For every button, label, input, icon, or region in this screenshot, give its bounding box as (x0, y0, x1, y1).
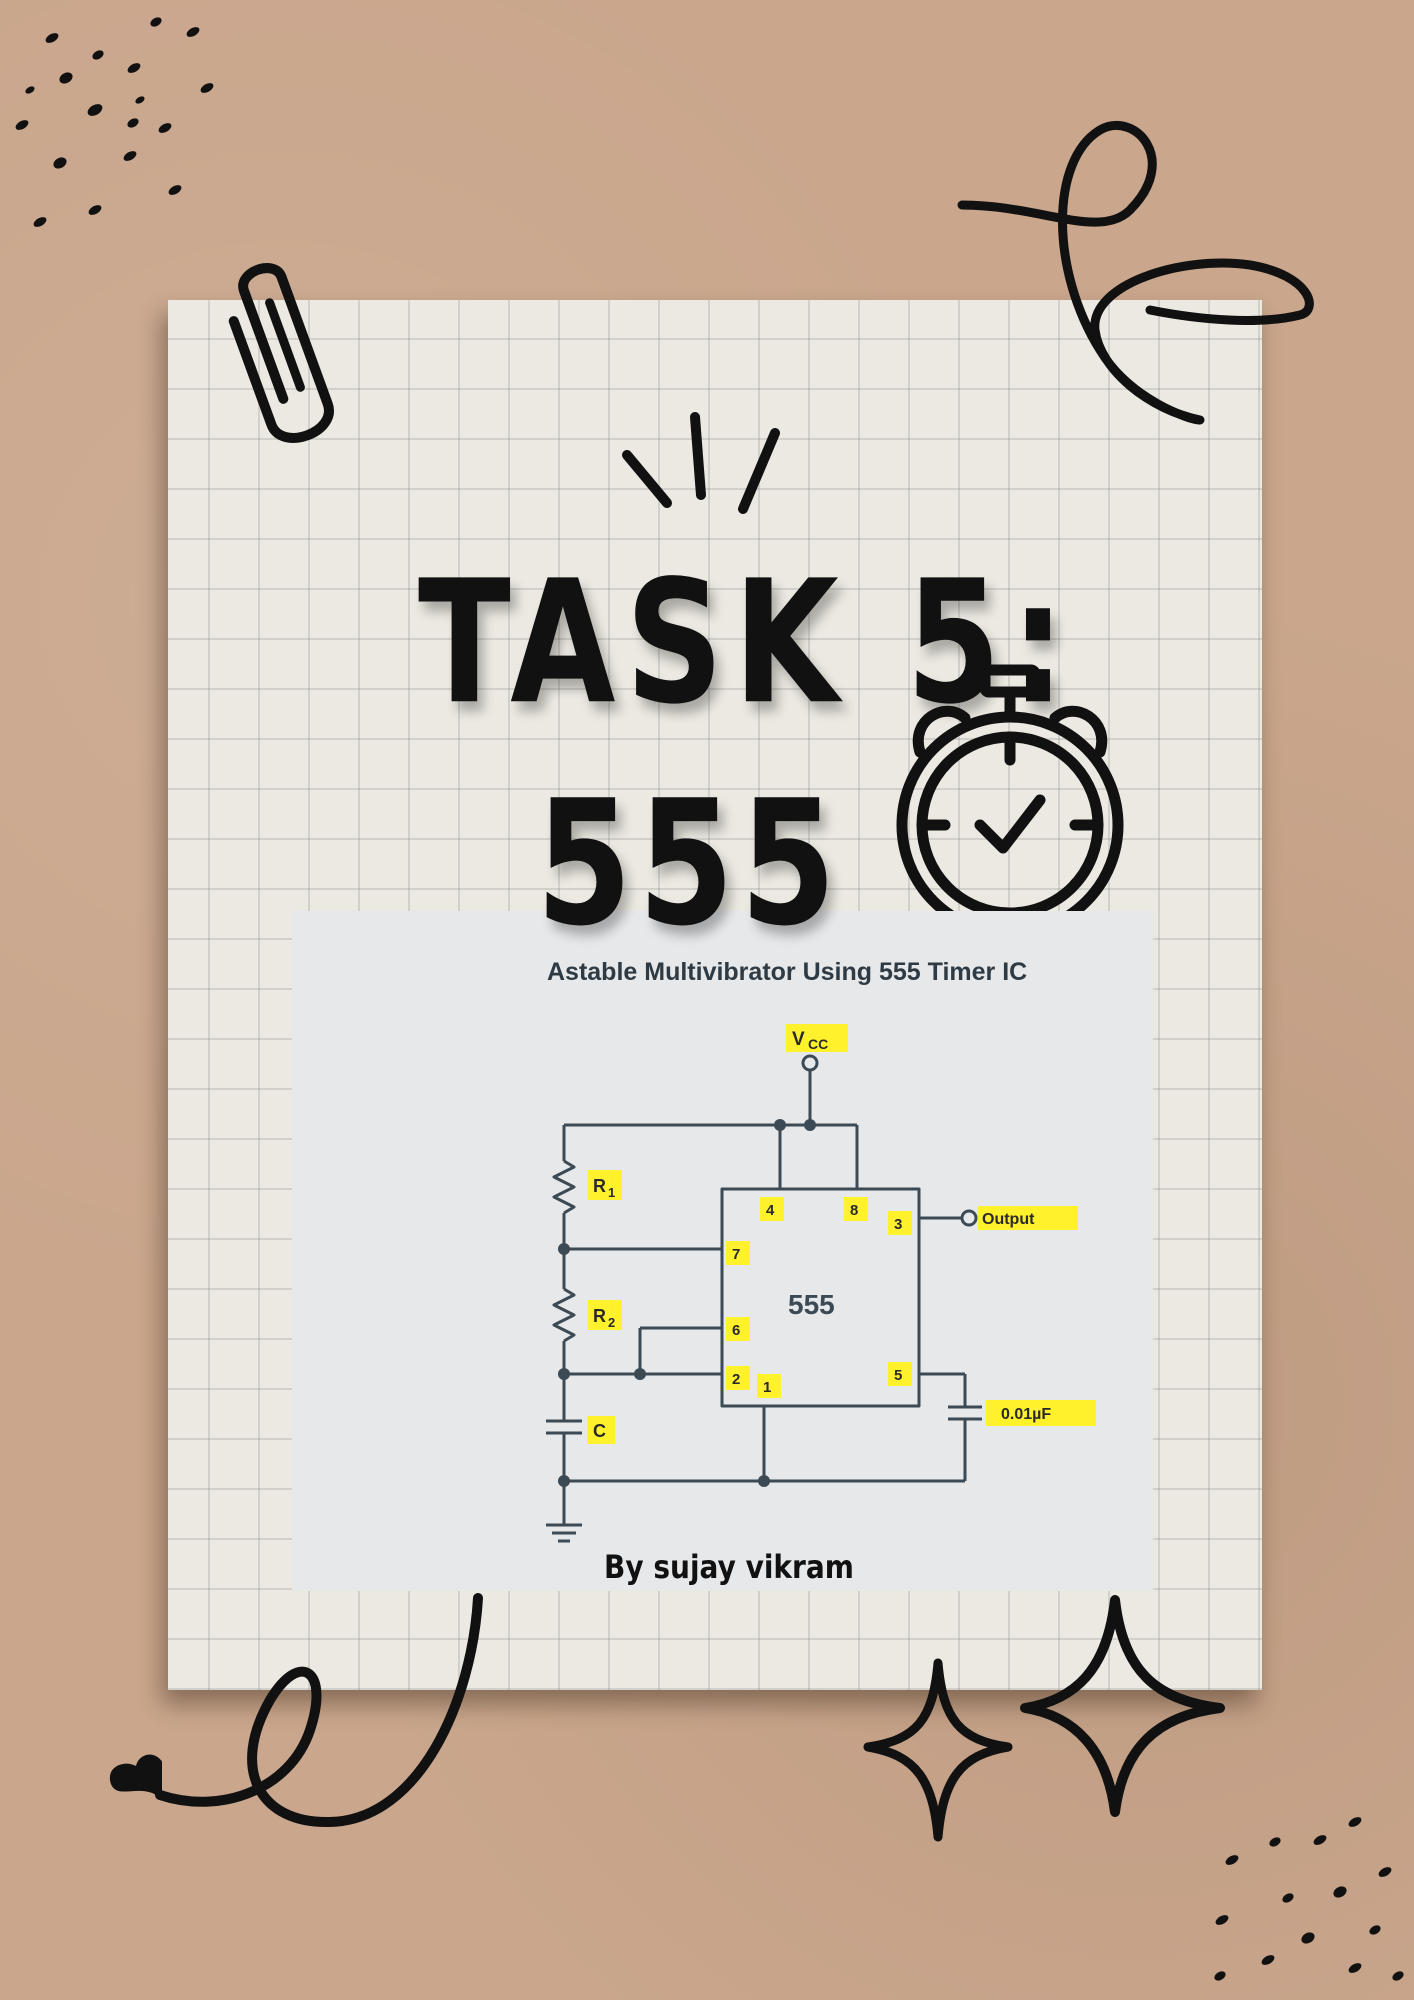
sparkle-icon-small (863, 1658, 1013, 1842)
loop-doodle-icon-bottom (109, 1593, 483, 1828)
capacitor-c-label: C (593, 1421, 606, 1441)
paperclip-icon (228, 263, 334, 443)
r2-subscript: 2 (608, 1315, 615, 1330)
author-credit: By sujay vikram (604, 1548, 854, 1586)
pin-2-label: 2 (732, 1371, 740, 1388)
sparkle-icon-large (1020, 1595, 1225, 1817)
r2-letter: R (593, 1306, 606, 1326)
ic-label: 555 (788, 1289, 835, 1320)
pin-4-label: 4 (766, 1202, 775, 1219)
vcc-label: V (792, 1029, 805, 1050)
output-label: Output (982, 1211, 1035, 1228)
r1-subscript: 1 (608, 1185, 615, 1200)
pin-3-label: 3 (894, 1216, 902, 1233)
pin-6-label: 6 (732, 1322, 740, 1339)
vcc-subscript: CC (808, 1036, 828, 1052)
r1-letter: R (593, 1176, 606, 1196)
capacitor-value-label: 0.01µF (1001, 1406, 1051, 1423)
pin-5-label: 5 (894, 1367, 902, 1384)
pin-8-label: 8 (850, 1202, 858, 1219)
pin-7-label: 7 (732, 1246, 740, 1263)
dots-icon-top-left (15, 17, 214, 227)
loop-doodle-icon-top (957, 121, 1314, 425)
pin-1-label: 1 (763, 1379, 771, 1396)
burst-lines-icon (622, 412, 780, 514)
stopwatch-icon (896, 664, 1124, 920)
astable-555-schematic: V CC R 1 R 2 C 4 8 3 7 6 2 1 5 Output 0.… (546, 1024, 1096, 1543)
